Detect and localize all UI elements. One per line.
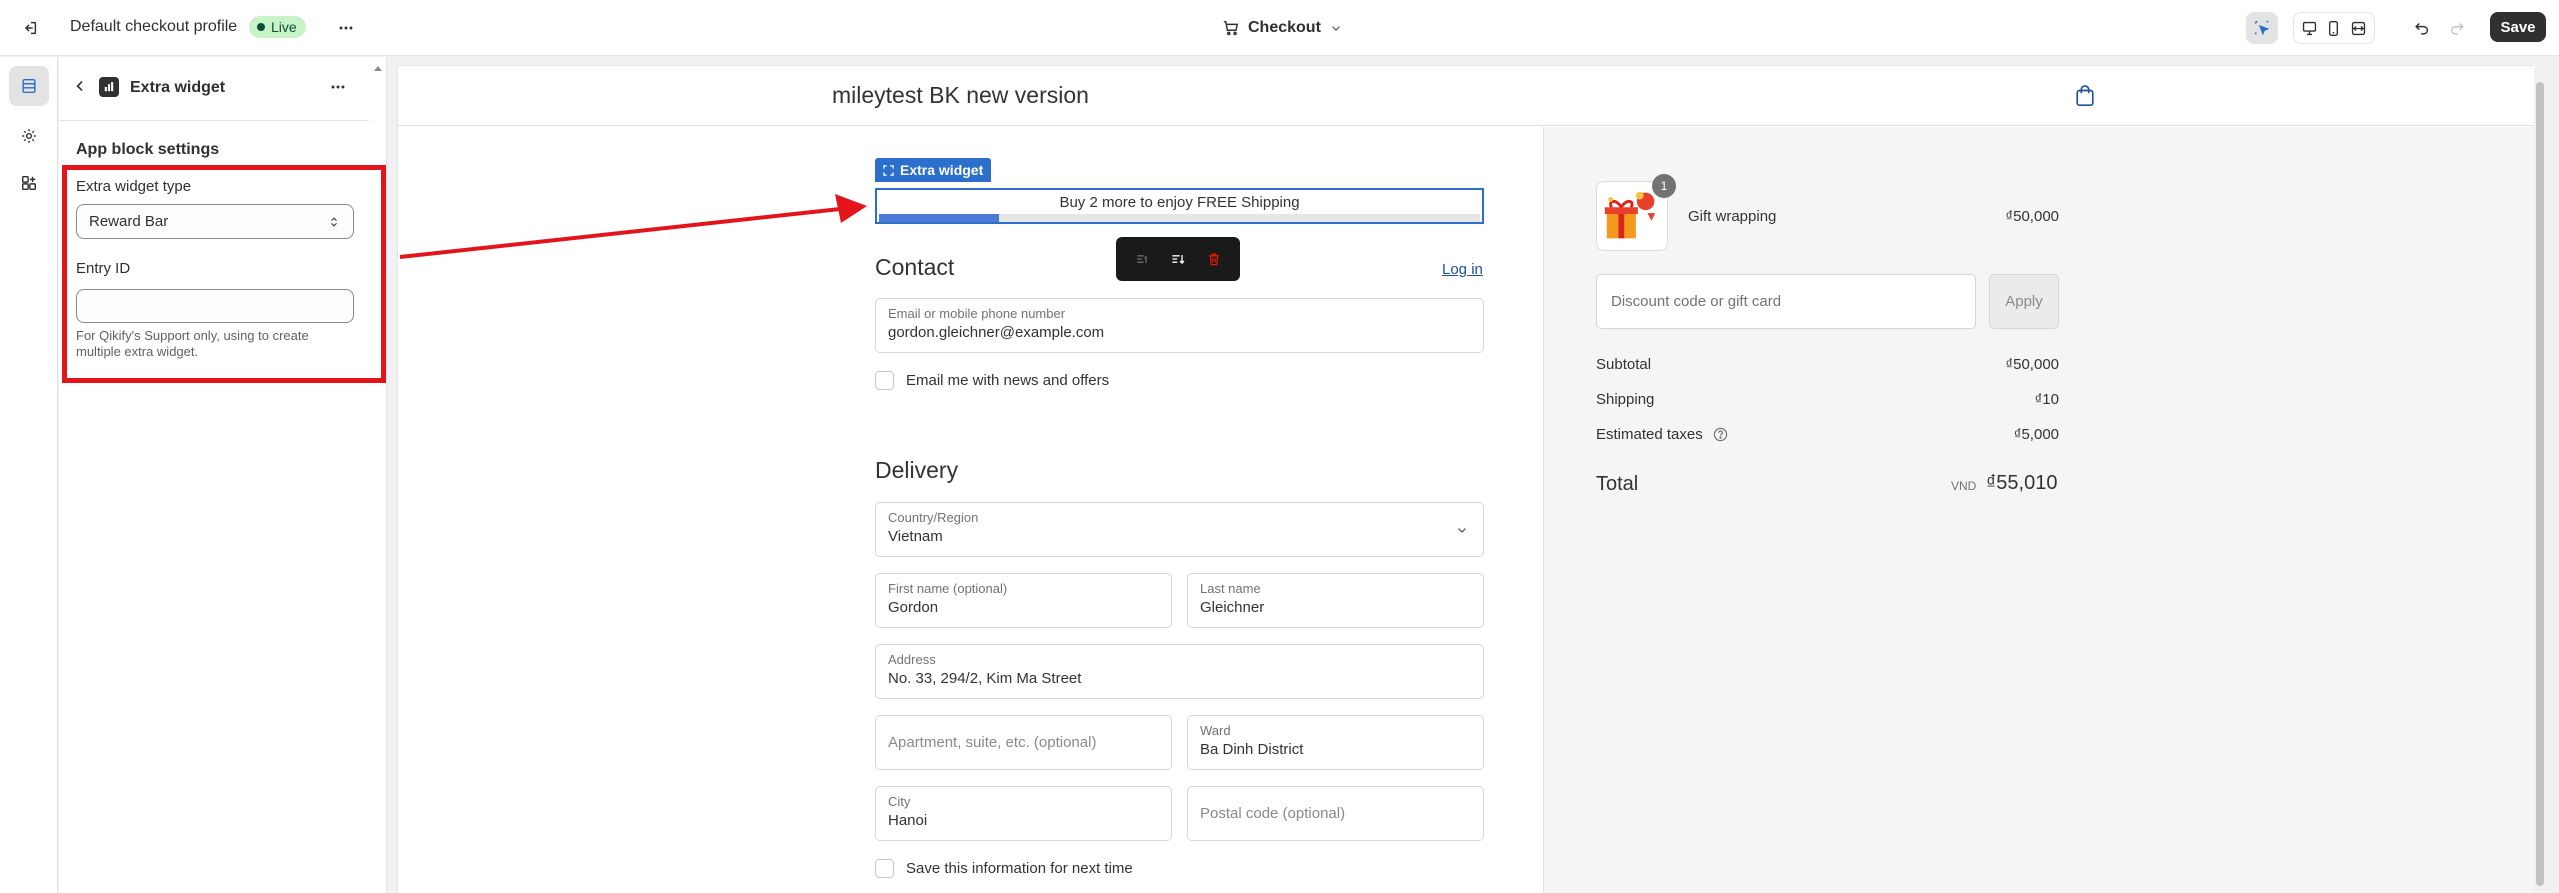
- extra-widget-tag-label: Extra widget: [900, 162, 984, 178]
- profile-name: Default checkout profile: [70, 18, 238, 35]
- device-toggle-group: [2293, 12, 2375, 44]
- cart-icon: [1222, 19, 1240, 37]
- top-bar: Default checkout profile Live Checkout S…: [0, 0, 2559, 56]
- panel-title: Extra widget: [130, 79, 226, 96]
- back-icon[interactable]: [69, 75, 91, 97]
- delivery-heading: Delivery: [875, 457, 959, 483]
- address-value: No. 33, 294/2, Kim Ma Street: [888, 670, 1082, 687]
- preview-header: mileytest BK new version: [398, 66, 2534, 126]
- preview-scrollbar[interactable]: [2533, 74, 2547, 893]
- annotation-arrow: [399, 194, 867, 259]
- exit-icon[interactable]: [14, 12, 46, 44]
- subtotal-value: ₫50,000: [2005, 356, 2059, 373]
- save-info-label: Save this information for next time: [906, 860, 1133, 877]
- inspector-icon[interactable]: [2246, 12, 2278, 44]
- email-field[interactable]: Email or mobile phone number gordon.glei…: [875, 298, 1484, 353]
- ward-value: Ba Dinh District: [1200, 741, 1304, 758]
- app-icon: [99, 77, 119, 97]
- save-info-checkbox[interactable]: [875, 859, 894, 878]
- more-horizontal-icon[interactable]: [330, 12, 362, 44]
- chevron-down-icon: [1329, 21, 1343, 35]
- first-name-field[interactable]: First name (optional) Gordon: [875, 573, 1172, 628]
- country-value: Vietnam: [888, 528, 943, 545]
- discount-input[interactable]: Discount code or gift card: [1596, 274, 1976, 329]
- desktop-icon[interactable]: [2297, 16, 2321, 40]
- left-rail: [0, 57, 58, 893]
- email-field-value: gordon.gleichner@example.com: [888, 324, 1105, 341]
- chevron-down-icon: [1455, 523, 1469, 537]
- reward-bar-text: Buy 2 more to enjoy FREE Shipping: [1059, 194, 1300, 211]
- total-label: Total: [1596, 473, 1639, 495]
- panel-scroll-up-icon[interactable]: [372, 63, 384, 75]
- first-name-label: First name (optional): [888, 581, 1008, 596]
- move-icon: [883, 164, 894, 176]
- extra-widget-tag[interactable]: Extra widget: [875, 158, 992, 182]
- move-up-icon[interactable]: [1130, 247, 1154, 271]
- taxes-label: Estimated taxes: [1596, 426, 1703, 443]
- postal-code-field[interactable]: Postal code (optional): [1187, 786, 1484, 841]
- log-in-link[interactable]: Log in: [1442, 261, 1483, 278]
- bag-icon[interactable]: [2074, 84, 2098, 110]
- mobile-icon[interactable]: [2322, 16, 2346, 40]
- apartment-placeholder: Apartment, suite, etc. (optional): [888, 734, 1097, 751]
- last-name-field[interactable]: Last name Gleichner: [1187, 573, 1484, 628]
- sections-icon[interactable]: [9, 66, 49, 106]
- ward-field[interactable]: Ward Ba Dinh District: [1187, 715, 1484, 770]
- page-selector-label: Checkout: [1248, 19, 1321, 36]
- panel-divider: [59, 120, 369, 121]
- redo-icon[interactable]: [2441, 12, 2473, 44]
- block-toolbar: [1116, 237, 1240, 281]
- reward-progress-track: [879, 214, 1480, 222]
- discount-placeholder: Discount code or gift card: [1611, 293, 1782, 310]
- country-label: Country/Region: [888, 510, 979, 525]
- shipping-value: ₫10: [2034, 391, 2059, 408]
- section-heading: App block settings: [76, 141, 220, 158]
- city-value: Hanoi: [888, 812, 928, 829]
- contact-heading: Contact: [875, 254, 955, 280]
- order-summary-panel: [1543, 127, 2534, 893]
- address-field[interactable]: Address No. 33, 294/2, Kim Ma Street: [875, 644, 1484, 699]
- apartment-field[interactable]: Apartment, suite, etc. (optional): [875, 715, 1172, 770]
- store-name: mileytest BK new version: [832, 82, 1089, 108]
- annotation-highlight-box: [62, 165, 386, 383]
- last-name-value: Gleichner: [1200, 599, 1265, 616]
- country-select[interactable]: Country/Region Vietnam: [875, 502, 1484, 557]
- total-currency: VND: [1951, 479, 1977, 493]
- status-badge: Live: [249, 16, 306, 38]
- help-icon[interactable]: [1713, 427, 1728, 442]
- status-dot: [257, 23, 265, 31]
- page-selector[interactable]: Checkout: [1222, 14, 1343, 42]
- more-horizontal-icon[interactable]: [326, 75, 350, 99]
- taxes-value: ₫5,000: [2013, 426, 2059, 443]
- fullwidth-icon[interactable]: [2347, 16, 2371, 40]
- reward-progress-fill: [879, 214, 1000, 222]
- undo-icon[interactable]: [2406, 12, 2438, 44]
- item-price: ₫50,000: [2005, 208, 2059, 225]
- save-button[interactable]: Save: [2490, 12, 2546, 42]
- email-field-label: Email or mobile phone number: [888, 306, 1066, 321]
- first-name-value: Gordon: [888, 599, 939, 616]
- status-badge-label: Live: [271, 19, 297, 35]
- reorder-icon[interactable]: [1166, 247, 1190, 271]
- checkout-preview: mileytest BK new version Extra widget Bu…: [397, 65, 2544, 893]
- quantity-badge: 1: [1652, 174, 1676, 198]
- item-name: Gift wrapping: [1688, 208, 1777, 225]
- trash-icon[interactable]: [1202, 247, 1226, 271]
- city-field[interactable]: City Hanoi: [875, 786, 1172, 841]
- postal-code-placeholder: Postal code (optional): [1200, 805, 1346, 822]
- newsletter-label: Email me with news and offers: [906, 372, 1110, 389]
- apply-button[interactable]: Apply: [1989, 274, 2059, 329]
- subtotal-label: Subtotal: [1596, 356, 1652, 373]
- city-label: City: [888, 794, 911, 809]
- shipping-label: Shipping: [1596, 391, 1655, 408]
- last-name-label: Last name: [1200, 581, 1261, 596]
- apps-icon[interactable]: [9, 163, 49, 203]
- ward-label: Ward: [1200, 723, 1231, 738]
- settings-icon[interactable]: [9, 116, 49, 156]
- total-value: ₫55,010: [1986, 472, 2058, 494]
- address-label: Address: [888, 652, 936, 667]
- newsletter-checkbox[interactable]: [875, 371, 894, 390]
- reward-bar[interactable]: Buy 2 more to enjoy FREE Shipping: [875, 188, 1484, 224]
